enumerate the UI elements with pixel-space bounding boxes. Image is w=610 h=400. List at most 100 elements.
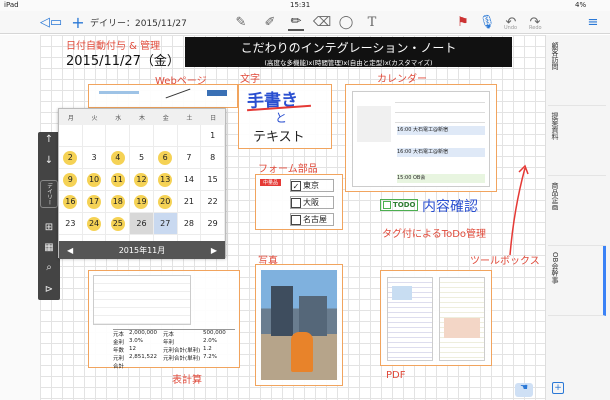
scroll-down-button[interactable]: ↓: [43, 155, 55, 166]
search-button[interactable]: ⌕: [43, 262, 55, 273]
tab-ob-meeting[interactable]: OB会幹事: [548, 246, 606, 316]
checkbox-tokyo[interactable]: ✓ 東京: [290, 179, 334, 192]
lasso-button[interactable]: ◯: [338, 14, 354, 31]
scroll-up-button[interactable]: ↑: [43, 134, 55, 145]
calendar-clip[interactable]: 16:00 大石電工@新宿 16:00 大石電工@新宿 15:00 OB会: [345, 84, 497, 192]
calendar-day[interactable]: 1: [201, 125, 225, 147]
collapse-icon: ⊳: [44, 284, 54, 295]
checkbox-osaka[interactable]: 大阪: [290, 196, 334, 209]
calendar-day[interactable]: 27: [153, 213, 178, 235]
handwriting-box[interactable]: 手書き と テキスト: [238, 84, 332, 149]
calendar-day: [177, 125, 202, 147]
next-month-button[interactable]: ▶: [211, 246, 217, 255]
todo-tag[interactable]: TODO: [380, 199, 418, 211]
web-preview-line: [165, 88, 191, 99]
calendar-day: [59, 125, 83, 147]
calendar-day[interactable]: 24: [82, 213, 107, 235]
tab-proposal[interactable]: 提案資料: [548, 106, 606, 176]
check-icon: ✓: [291, 180, 301, 191]
checkbox-icon: [291, 197, 301, 208]
calendar-day[interactable]: 6: [153, 147, 178, 169]
checkbox-nagoya[interactable]: 名古屋: [290, 213, 334, 226]
calendar-day[interactable]: 4: [106, 147, 131, 169]
calendar-day[interactable]: 13: [153, 169, 178, 191]
hand-icon: ☚: [519, 383, 529, 393]
page-template-button[interactable]: ✎: [233, 14, 249, 31]
page-add-right-button[interactable]: +: [552, 382, 564, 394]
add-page-button[interactable]: ⊞: [43, 222, 55, 233]
calendar-day: [153, 125, 178, 147]
calendar-day[interactable]: 19: [130, 191, 154, 213]
date-title: デイリー：2015/11/27: [90, 19, 187, 29]
prev-month-button[interactable]: ◀: [67, 246, 73, 255]
calendar-day[interactable]: 3: [82, 147, 107, 169]
sheet-preview: [93, 275, 191, 325]
folder-back-button[interactable]: ◁▭: [40, 14, 62, 31]
web-preview-button: [207, 90, 227, 96]
calendar-day[interactable]: 15: [201, 169, 225, 191]
clock: 15:31: [290, 1, 311, 9]
arrow-up-icon: ↑: [44, 134, 54, 145]
handwritten-and: と: [275, 111, 288, 125]
pen-icon: ✐: [264, 15, 276, 30]
calendar-day[interactable]: 28: [177, 213, 202, 235]
marker-tool-button[interactable]: ✏: [288, 14, 304, 31]
tab-product-planning[interactable]: 商品企画: [548, 176, 606, 246]
calendar-day[interactable]: 14: [177, 169, 202, 191]
web-preview-bar: [99, 91, 139, 94]
pdf-clip[interactable]: [380, 270, 492, 366]
spreadsheet-clip[interactable]: 元本 2,000,000 元本 500,000 金利 3.0% 年利 2.0% 年数 12 元利…: [88, 270, 240, 370]
calendar-day[interactable]: 17: [82, 191, 107, 213]
menu-icon: ≡: [587, 15, 599, 30]
toolbar: ◁▭ + デイリー：2015/11/27 ✎ ✐ ✏ ⌫ ◯ T ⚑ 🎙 ↶ U…: [0, 11, 610, 34]
calendar-day: [106, 125, 131, 147]
eraser-button[interactable]: ⌫: [313, 14, 331, 31]
calendar-day[interactable]: 25: [106, 213, 131, 235]
calendar-day[interactable]: 22: [201, 191, 225, 213]
add-button[interactable]: +: [70, 13, 86, 32]
calendar-day[interactable]: 2: [59, 147, 83, 169]
microphone-button[interactable]: 🎙: [478, 14, 496, 31]
calendar-weekday-header: 月火水木金土日: [59, 109, 225, 125]
calendar-day[interactable]: 10: [82, 169, 107, 191]
stamp-icon: ⚑: [457, 15, 469, 30]
microphone-icon: 🎙: [478, 15, 496, 30]
calendar-event: 16:00 大石電工@新宿: [397, 126, 485, 135]
calendar-day[interactable]: 21: [177, 191, 202, 213]
banner-title: こだわりのインテグレーション・ノート: [240, 41, 457, 55]
device-label: iPad: [4, 1, 19, 9]
calendar-day[interactable]: 8: [201, 147, 225, 169]
photo-clip[interactable]: [255, 264, 343, 386]
text-tool-button[interactable]: T: [364, 14, 380, 31]
calendar-day[interactable]: 11: [106, 169, 131, 191]
typed-text: テキスト: [253, 130, 305, 145]
redo-label: Redo: [529, 25, 542, 31]
tab-customer-visit[interactable]: 顧客訪問: [548, 36, 606, 106]
template-icon: ✎: [235, 15, 247, 30]
calendar-day[interactable]: 23: [59, 213, 83, 235]
webpage-clip[interactable]: [88, 84, 238, 108]
calendar-day[interactable]: 29: [201, 213, 225, 235]
calendar-day[interactable]: 5: [130, 147, 154, 169]
touch-mode-button[interactable]: ☚: [515, 383, 533, 397]
collapse-button[interactable]: ⊳: [43, 284, 55, 295]
calendar-day[interactable]: 16: [59, 191, 83, 213]
calendar-day[interactable]: 18: [106, 191, 131, 213]
menu-button[interactable]: ≡: [585, 14, 601, 31]
calendar-day[interactable]: 12: [130, 169, 154, 191]
worker-figure: [291, 332, 313, 372]
calendar-day[interactable]: 7: [177, 147, 202, 169]
red-arrow: [509, 164, 529, 256]
daily-tab-button[interactable]: デイリー: [40, 180, 58, 208]
calendar-day[interactable]: 9: [59, 169, 83, 191]
calendar-event: 15:00 OB会: [397, 174, 485, 183]
calendar-view-button[interactable]: ▦: [43, 242, 55, 253]
battery-level: 4%: [575, 1, 587, 9]
weekday-label: 日: [210, 114, 217, 122]
page-date: 2015/11/27（金）: [66, 54, 180, 69]
calendar-day[interactable]: 26: [130, 213, 154, 235]
input-tool-button[interactable]: ⚑: [455, 14, 471, 31]
pen-tool-button[interactable]: ✐: [262, 14, 278, 31]
calendar-icon: ▦: [44, 242, 54, 253]
calendar-day[interactable]: 20: [153, 191, 178, 213]
